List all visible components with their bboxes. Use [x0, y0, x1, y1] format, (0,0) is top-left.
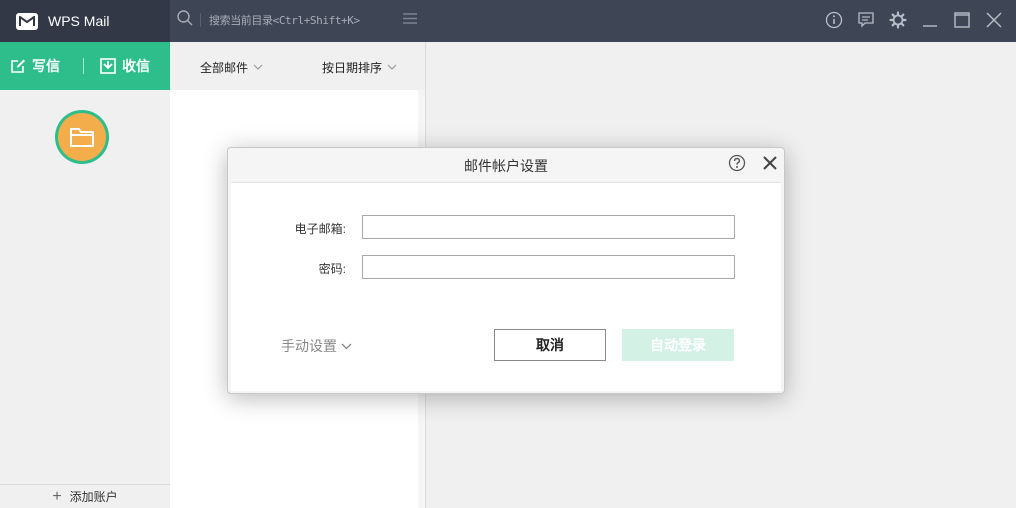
- feedback-icon[interactable]: [853, 7, 879, 33]
- password-field[interactable]: [362, 255, 735, 279]
- receive-label: 收信: [122, 58, 150, 74]
- filter-dropdown[interactable]: 全部邮件: [200, 59, 263, 76]
- sort-dropdown[interactable]: 按日期排序: [322, 59, 397, 76]
- search-input[interactable]: 搜索当前目录<Ctrl+Shift+K>: [209, 12, 360, 28]
- minimize-icon[interactable]: [917, 7, 943, 33]
- manual-settings-label: 手动设置: [281, 338, 337, 354]
- receive-button[interactable]: 收信: [84, 42, 150, 90]
- chevron-down-icon: [387, 64, 397, 70]
- password-row: 密码:: [231, 255, 781, 279]
- account-folder-button[interactable]: [55, 110, 109, 164]
- email-row: 电子邮箱:: [231, 215, 781, 239]
- mail-list-header: 全部邮件 按日期排序: [170, 42, 425, 90]
- account-settings-dialog: 邮件帐户设置 电子邮箱: 密码: 手动设置 取消 自动登录: [227, 147, 785, 394]
- compose-icon: [11, 59, 25, 73]
- menu-icon[interactable]: [401, 10, 419, 28]
- folder-icon: [70, 128, 94, 147]
- action-bar: 写信 收信: [0, 42, 170, 90]
- chevron-down-icon: [253, 64, 263, 70]
- dialog-title: 邮件帐户设置: [464, 158, 548, 174]
- brand: WPS Mail: [0, 0, 170, 42]
- chevron-down-icon: [341, 343, 352, 349]
- add-account-button[interactable]: + 添加账户: [0, 484, 170, 508]
- filter-label: 全部邮件: [200, 61, 249, 75]
- settings-gear-icon[interactable]: [885, 7, 911, 33]
- dialog-close-icon[interactable]: [761, 154, 779, 177]
- auto-login-button[interactable]: 自动登录: [622, 329, 734, 361]
- manual-settings-toggle[interactable]: 手动设置: [281, 336, 352, 356]
- receive-icon: [100, 58, 116, 74]
- compose-label: 写信: [32, 58, 60, 74]
- password-label: 密码:: [318, 262, 346, 276]
- compose-button[interactable]: 写信: [0, 42, 83, 90]
- add-account-label: 添加账户: [69, 490, 118, 504]
- mail-logo-icon: [16, 12, 38, 30]
- title-bar: WPS Mail 搜索当前目录<Ctrl+Shift+K>: [0, 0, 1016, 42]
- dialog-header: 邮件帐户设置: [228, 148, 784, 182]
- dialog-body: 电子邮箱: 密码: 手动设置 取消 自动登录: [231, 182, 781, 391]
- maximize-icon[interactable]: [949, 7, 975, 33]
- search-icon[interactable]: [176, 9, 194, 32]
- app-name: WPS Mail: [48, 13, 110, 29]
- plus-icon: +: [52, 487, 62, 505]
- close-icon[interactable]: [981, 7, 1007, 33]
- sort-label: 按日期排序: [322, 61, 383, 75]
- search-divider: [200, 13, 201, 27]
- email-label: 电子邮箱:: [294, 222, 346, 236]
- email-field[interactable]: [362, 215, 735, 239]
- help-icon[interactable]: [728, 154, 746, 177]
- cancel-button[interactable]: 取消: [494, 329, 606, 361]
- info-icon[interactable]: [821, 7, 847, 33]
- search-box[interactable]: 搜索当前目录<Ctrl+Shift+K>: [176, 8, 360, 32]
- sidebar: 写信 收信 + 添加账户: [0, 42, 170, 508]
